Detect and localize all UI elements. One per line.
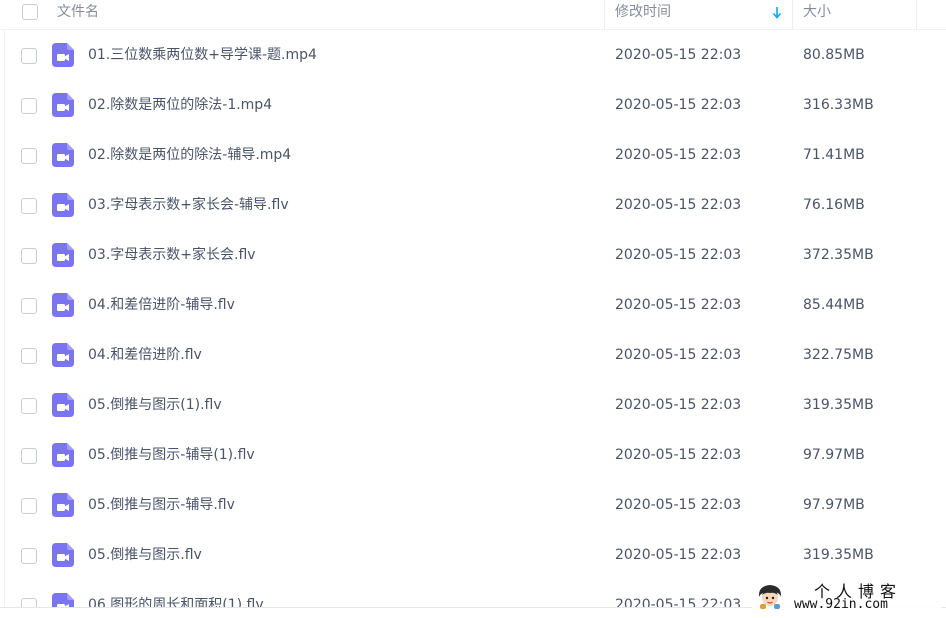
file-name[interactable]: 02.除数是两位的除法-辅导.mp4: [88, 145, 291, 165]
file-modified-time: 2020-05-15 22:03: [615, 497, 742, 513]
file-modified-time: 2020-05-15 22:03: [615, 97, 742, 113]
file-size: 71.41MB: [803, 147, 865, 163]
row-checkbox[interactable]: [21, 348, 37, 364]
file-row[interactable]: 03.字母表示数+家长会.flv 2020-05-15 22:03 372.35MB: [0, 230, 946, 280]
file-modified-time: 2020-05-15 22:03: [615, 247, 742, 263]
cartoon-avatar-icon: [758, 585, 782, 609]
file-size: 322.75MB: [803, 347, 874, 363]
video-file-icon: [52, 543, 74, 567]
column-divider[interactable]: [916, 0, 917, 29]
file-size: 97.97MB: [803, 497, 865, 513]
video-file-icon: [52, 43, 74, 67]
file-row[interactable]: 04.和差倍进阶-辅导.flv 2020-05-15 22:03 85.44MB: [0, 280, 946, 330]
file-size: 80.85MB: [803, 47, 865, 63]
file-name[interactable]: 05.倒推与图示.flv: [88, 545, 202, 565]
file-name[interactable]: 04.和差倍进阶.flv: [88, 345, 202, 365]
file-modified-time: 2020-05-15 22:03: [615, 297, 742, 313]
file-row[interactable]: 05.倒推与图示.flv 2020-05-15 22:03 319.35MB: [0, 530, 946, 580]
file-row[interactable]: 05.倒推与图示(1).flv 2020-05-15 22:03 319.35MB: [0, 380, 946, 430]
row-checkbox[interactable]: [21, 48, 37, 64]
file-size: 316.33MB: [803, 97, 874, 113]
video-file-icon: [52, 593, 74, 608]
file-row[interactable]: 05.倒推与图示-辅导.flv 2020-05-15 22:03 97.97MB: [0, 480, 946, 530]
file-name[interactable]: 05.倒推与图示-辅导.flv: [88, 495, 235, 515]
file-modified-time: 2020-05-15 22:03: [615, 47, 742, 63]
file-name[interactable]: 02.除数是两位的除法-1.mp4: [88, 95, 272, 115]
column-header-time[interactable]: 修改时间: [615, 3, 671, 21]
file-modified-time: 2020-05-15 22:03: [615, 547, 742, 563]
watermark-url: www.92in.com: [794, 597, 888, 612]
file-size: 319.35MB: [803, 547, 874, 563]
file-name[interactable]: 03.字母表示数+家长会-辅导.flv: [88, 195, 289, 215]
file-modified-time: 2020-05-15 22:03: [615, 197, 742, 213]
row-checkbox[interactable]: [21, 198, 37, 214]
row-checkbox[interactable]: [21, 248, 37, 264]
file-list-page: 文件名 修改时间 大小 01.三位数乘两位数+导学课-题.mp4 2020-05-…: [0, 0, 946, 618]
file-size: 97.97MB: [803, 447, 865, 463]
video-file-icon: [52, 293, 74, 317]
site-watermark: 个人博客 www.92in.com: [752, 578, 942, 614]
file-size: 319.35MB: [803, 397, 874, 413]
video-file-icon: [52, 343, 74, 367]
row-checkbox[interactable]: [21, 448, 37, 464]
file-modified-time: 2020-05-15 22:03: [615, 147, 742, 163]
video-file-icon: [52, 493, 74, 517]
video-file-icon: [52, 443, 74, 467]
file-row[interactable]: 02.除数是两位的除法-1.mp4 2020-05-15 22:03 316.33M…: [0, 80, 946, 130]
video-file-icon: [52, 93, 74, 117]
row-checkbox[interactable]: [21, 498, 37, 514]
file-list-header: 文件名 修改时间 大小: [0, 0, 946, 30]
select-all-checkbox[interactable]: [22, 4, 38, 20]
file-row[interactable]: 01.三位数乘两位数+导学课-题.mp4 2020-05-15 22:03 80.8…: [0, 30, 946, 80]
column-header-name[interactable]: 文件名: [57, 3, 99, 21]
file-modified-time: 2020-05-15 22:03: [615, 447, 742, 463]
file-size: 76.16MB: [803, 197, 865, 213]
file-size: 85.44MB: [803, 297, 865, 313]
column-divider[interactable]: [604, 0, 605, 29]
file-name[interactable]: 05.倒推与图示(1).flv: [88, 395, 222, 415]
file-row[interactable]: 03.字母表示数+家长会-辅导.flv 2020-05-15 22:03 76.16…: [0, 180, 946, 230]
video-file-icon: [52, 143, 74, 167]
file-name[interactable]: 03.字母表示数+家长会.flv: [88, 245, 256, 265]
row-checkbox[interactable]: [21, 398, 37, 414]
row-checkbox[interactable]: [21, 148, 37, 164]
file-row[interactable]: 02.除数是两位的除法-辅导.mp4 2020-05-15 22:03 71.41M…: [0, 130, 946, 180]
video-file-icon: [52, 393, 74, 417]
column-divider[interactable]: [792, 0, 793, 29]
file-name[interactable]: 01.三位数乘两位数+导学课-题.mp4: [88, 45, 317, 65]
file-name[interactable]: 04.和差倍进阶-辅导.flv: [88, 295, 235, 315]
file-list: 01.三位数乘两位数+导学课-题.mp4 2020-05-15 22:03 80.8…: [0, 30, 946, 608]
row-checkbox[interactable]: [21, 548, 37, 564]
row-checkbox[interactable]: [21, 298, 37, 314]
video-file-icon: [52, 243, 74, 267]
column-header-size[interactable]: 大小: [803, 3, 831, 21]
file-modified-time: 2020-05-15 22:03: [615, 347, 742, 363]
file-row[interactable]: 04.和差倍进阶.flv 2020-05-15 22:03 322.75MB: [0, 330, 946, 380]
video-file-icon: [52, 193, 74, 217]
file-name[interactable]: 05.倒推与图示-辅导(1).flv: [88, 445, 255, 465]
file-row[interactable]: 05.倒推与图示-辅导(1).flv 2020-05-15 22:03 97.97M…: [0, 430, 946, 480]
file-size: 372.35MB: [803, 247, 874, 263]
row-checkbox[interactable]: [21, 98, 37, 114]
file-modified-time: 2020-05-15 22:03: [615, 397, 742, 413]
arrow-down-icon[interactable]: [772, 6, 782, 20]
